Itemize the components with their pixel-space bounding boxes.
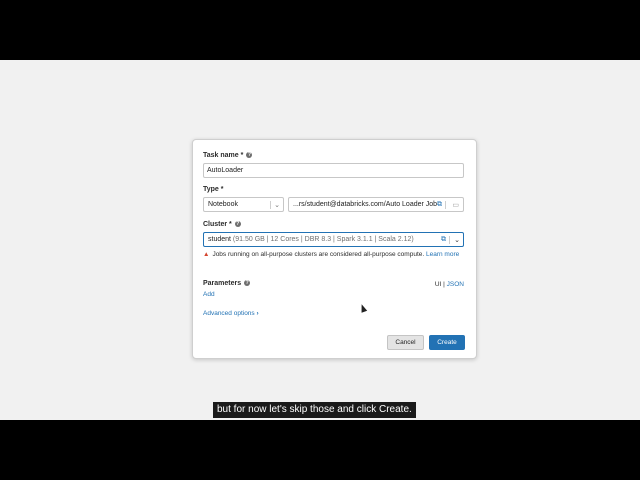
divider bbox=[449, 236, 450, 244]
type-label: Type * bbox=[203, 186, 224, 193]
notebook-path-input[interactable]: ...rs/student@databricks.com/Auto Loader… bbox=[288, 197, 464, 212]
divider bbox=[270, 201, 271, 209]
cancel-button[interactable]: Cancel bbox=[387, 335, 424, 350]
create-button[interactable]: Create bbox=[429, 335, 465, 350]
add-parameter-link[interactable]: Add bbox=[203, 291, 215, 298]
cluster-name: student bbox=[208, 236, 231, 243]
external-link-icon[interactable]: ⧉ bbox=[441, 236, 446, 244]
learn-more-link[interactable]: Learn more bbox=[426, 251, 459, 258]
mode-separator: | bbox=[443, 281, 445, 288]
help-icon[interactable]: ? bbox=[244, 280, 251, 286]
help-icon[interactable]: ? bbox=[246, 152, 253, 158]
type-select[interactable]: Notebook ⌄ bbox=[203, 197, 284, 212]
advanced-options-label: Advanced options bbox=[203, 310, 255, 317]
parameters-mode-toggle: UI | JSON bbox=[435, 281, 464, 288]
cluster-warning: ▲ Jobs running on all-purpose clusters ar… bbox=[203, 250, 465, 260]
task-name-label: Task name *? bbox=[203, 152, 253, 159]
parameters-label: Parameters? bbox=[203, 280, 251, 287]
help-icon[interactable]: ? bbox=[234, 221, 241, 227]
chevron-right-icon: › bbox=[256, 310, 259, 317]
cluster-select[interactable]: student (91.50 GB | 12 Cores | DBR 8.3 |… bbox=[203, 232, 464, 247]
divider bbox=[445, 201, 446, 209]
chevron-down-icon[interactable]: ⌄ bbox=[454, 236, 460, 244]
video-letterbox-bottom bbox=[0, 420, 640, 480]
warning-icon: ▲ bbox=[203, 251, 210, 258]
external-link-icon[interactable]: ⧉ bbox=[437, 201, 442, 209]
cluster-label: Cluster *? bbox=[203, 221, 241, 228]
mode-json-link[interactable]: JSON bbox=[447, 281, 464, 288]
cluster-meta: (91.50 GB | 12 Cores | DBR 8.3 | Spark 3… bbox=[230, 236, 414, 243]
warning-text: Jobs running on all-purpose clusters are… bbox=[212, 251, 425, 258]
folder-icon[interactable]: ▭ bbox=[452, 201, 459, 209]
task-name-input[interactable]: AutoLoader bbox=[203, 163, 464, 178]
chevron-down-icon[interactable]: ⌄ bbox=[274, 201, 280, 209]
create-task-dialog: Task name *? AutoLoader Type * Notebook … bbox=[192, 139, 477, 359]
mode-ui[interactable]: UI bbox=[435, 281, 442, 288]
video-caption: but for now let's skip those and click C… bbox=[213, 402, 416, 418]
advanced-options-toggle[interactable]: Advanced options › bbox=[203, 310, 259, 317]
video-letterbox-top bbox=[0, 0, 640, 60]
